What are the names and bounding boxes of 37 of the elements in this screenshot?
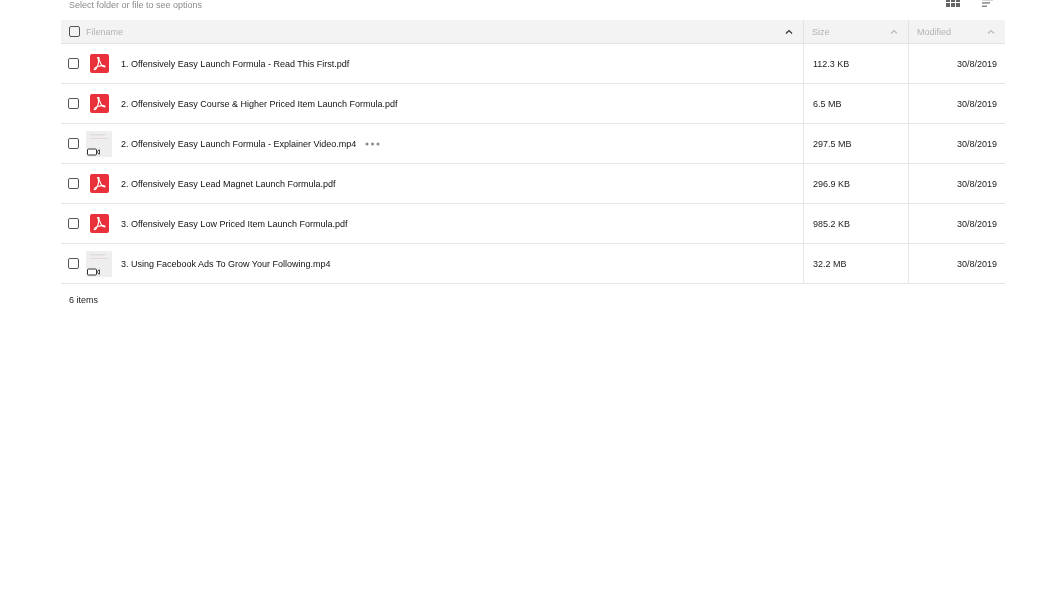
checkbox[interactable] bbox=[68, 178, 79, 189]
sort-icon[interactable] bbox=[982, 0, 993, 7]
checkbox[interactable] bbox=[68, 98, 79, 109]
modified-date: 30/8/2019 bbox=[956, 138, 997, 149]
file-size: 32.2 MB bbox=[813, 258, 847, 269]
modified-date: 30/8/2019 bbox=[956, 58, 997, 69]
modified-date: 30/8/2019 bbox=[956, 98, 997, 109]
file-name[interactable]: 1. Offensively Easy Launch Formula - Read This First.pdf bbox=[121, 58, 350, 69]
file-size: 297.5 MB bbox=[813, 138, 852, 149]
pdf-icon bbox=[89, 54, 109, 73]
more-icon[interactable] bbox=[365, 141, 381, 146]
file-name[interactable]: 2. Offensively Easy Course & Higher Priced Item Launch Formula.pdf bbox=[121, 98, 398, 109]
toolbar-hint: Select folder or file to see options bbox=[69, 0, 203, 10]
video-thumbnail-icon bbox=[86, 250, 112, 277]
modified-date: 30/8/2019 bbox=[956, 178, 997, 189]
checkbox[interactable] bbox=[68, 258, 79, 269]
pdf-icon bbox=[89, 94, 109, 113]
file-name[interactable]: 3. Using Facebook Ads To Grow Your Following.mp4 bbox=[121, 258, 331, 269]
item-count: 6 items bbox=[69, 295, 99, 305]
file-name[interactable]: 2. Offensively Easy Launch Formula - Explainer Video.mp4 bbox=[121, 138, 357, 149]
sort-caret-icon[interactable] bbox=[785, 29, 793, 34]
video-thumbnail-icon bbox=[86, 130, 112, 157]
checkbox[interactable] bbox=[69, 26, 80, 37]
checkbox[interactable] bbox=[68, 138, 79, 149]
checkbox[interactable] bbox=[68, 58, 79, 69]
pdf-icon bbox=[89, 174, 109, 193]
file-name[interactable]: 3. Offensively Easy Low Priced Item Launch Formula.pdf bbox=[121, 218, 348, 229]
modified-date: 30/8/2019 bbox=[956, 258, 997, 269]
pdf-icon bbox=[89, 214, 109, 233]
file-size: 985.2 KB bbox=[813, 218, 851, 229]
file-size: 112.3 KB bbox=[813, 58, 850, 69]
grid-view-icon[interactable] bbox=[946, 0, 960, 7]
file-size: 296.9 KB bbox=[813, 178, 851, 189]
checkbox[interactable] bbox=[68, 218, 79, 229]
file-size: 6.5 MB bbox=[813, 98, 842, 109]
modified-date: 30/8/2019 bbox=[956, 218, 997, 229]
file-name[interactable]: 2. Offensively Easy Lead Magnet Launch Formula.pdf bbox=[121, 178, 336, 189]
